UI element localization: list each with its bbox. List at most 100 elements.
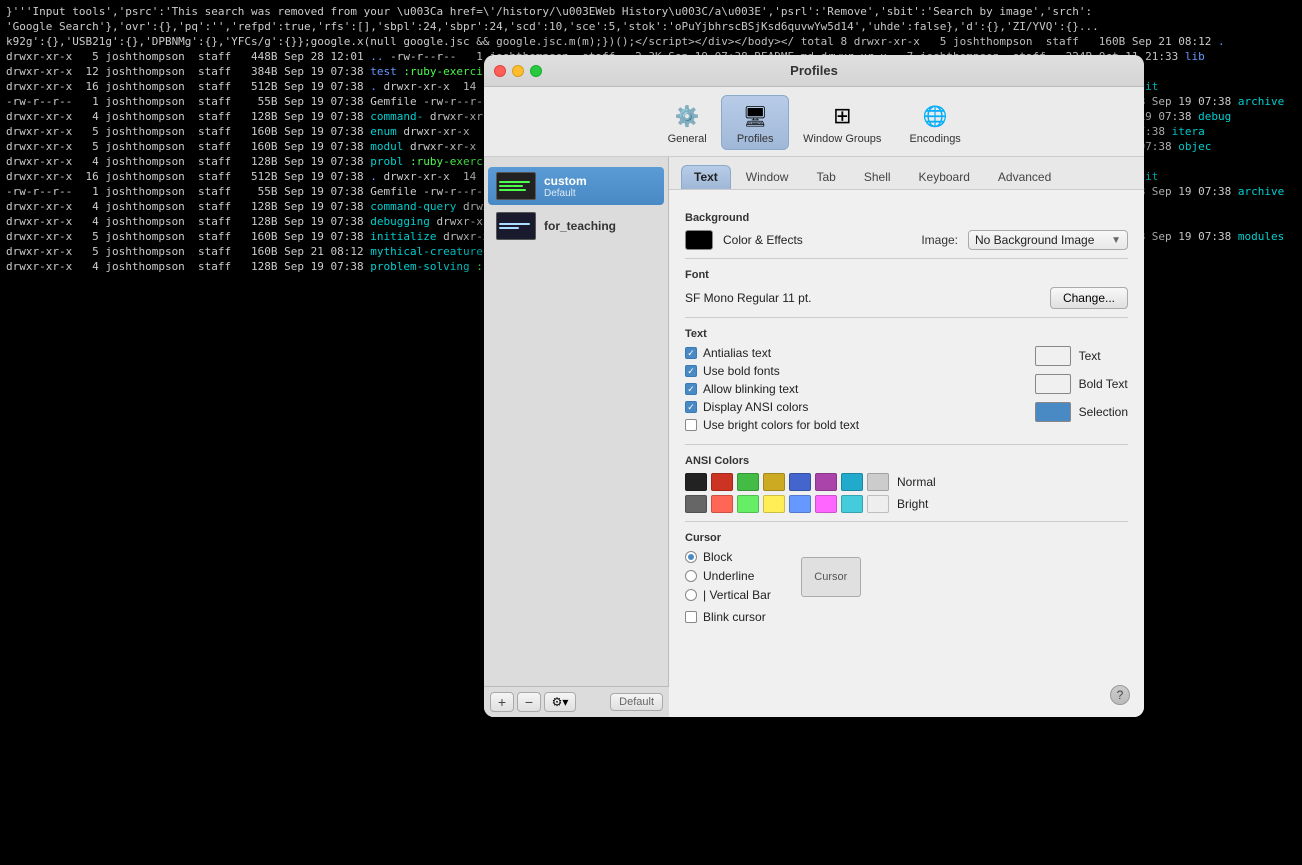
cursor-underline-row: Underline	[685, 569, 771, 583]
general-icon: ⚙️	[671, 100, 703, 132]
bold-checkbox[interactable]: ✓	[685, 365, 697, 377]
text-options-row: ✓ Antialias text ✓ Use bold fonts ✓ Allo…	[685, 346, 1128, 436]
change-font-button[interactable]: Change...	[1050, 287, 1128, 309]
ansi-normal-label: Normal	[897, 475, 936, 489]
ansi-normal-1[interactable]	[711, 473, 733, 491]
font-section-title: Font	[685, 269, 1128, 281]
profile-name-teaching: for_teaching	[544, 219, 616, 233]
close-button[interactable]	[494, 65, 506, 77]
checkbox-antialias-row: ✓ Antialias text	[685, 346, 1015, 360]
ansi-normal-3[interactable]	[763, 473, 785, 491]
help-button[interactable]: ?	[1110, 685, 1130, 705]
remove-profile-button[interactable]: −	[517, 692, 541, 712]
tab-tab[interactable]: Tab	[803, 165, 848, 189]
ansi-checkbox[interactable]: ✓	[685, 401, 697, 413]
background-color-swatch[interactable]	[685, 230, 713, 250]
profile-info-teaching: for_teaching	[544, 219, 616, 233]
ansi-normal-4[interactable]	[789, 473, 811, 491]
title-bar: Profiles	[484, 55, 1144, 87]
background-section-title: Background	[685, 212, 1128, 224]
profiles-icon: 🖥	[739, 100, 771, 132]
ansi-bright-4[interactable]	[789, 495, 811, 513]
blink-cursor-row: Blink cursor	[685, 610, 1128, 624]
tab-text[interactable]: Text	[681, 165, 731, 189]
text-checkboxes: ✓ Antialias text ✓ Use bold fonts ✓ Allo…	[685, 346, 1015, 436]
main-content: custom Default for_teaching + −	[484, 157, 1144, 717]
cursor-vertical-radio[interactable]	[685, 589, 697, 601]
tab-advanced[interactable]: Advanced	[985, 165, 1064, 189]
ansi-normal-row: Normal	[685, 473, 1128, 491]
panel-content: Background Color & Effects Image: No Bac…	[669, 190, 1144, 640]
top-navigation: ⚙️ General 🖥 Profiles ⊞ Window Groups 🌐 …	[484, 87, 1144, 157]
antialias-checkbox[interactable]: ✓	[685, 347, 697, 359]
background-color-label: Color & Effects	[723, 233, 803, 247]
cursor-block-radio[interactable]	[685, 551, 697, 563]
ansi-normal-7[interactable]	[867, 473, 889, 491]
ansi-bright-2[interactable]	[737, 495, 759, 513]
nav-item-general[interactable]: ⚙️ General	[653, 96, 721, 149]
bright-checkbox[interactable]	[685, 419, 697, 431]
ansi-bright-5[interactable]	[815, 495, 837, 513]
text-colors: Text Bold Text Selection	[1035, 346, 1128, 436]
ansi-colors-section-title: ANSI Colors	[685, 455, 1128, 467]
blink-checkbox[interactable]: ✓	[685, 383, 697, 395]
checkbox-ansi-row: ✓ Display ANSI colors	[685, 400, 1015, 414]
text-color-swatch[interactable]	[1035, 346, 1071, 366]
encodings-icon: 🌐	[919, 100, 951, 132]
background-image-label: Image:	[921, 233, 958, 247]
nav-item-window-groups[interactable]: ⊞ Window Groups	[789, 96, 895, 149]
cursor-options: Block Underline | Vertical Bar	[685, 550, 1128, 602]
ansi-label: Display ANSI colors	[703, 400, 808, 414]
bold-text-color-swatch[interactable]	[1035, 374, 1071, 394]
bold-text-color-row: Bold Text	[1035, 374, 1128, 394]
profile-item-teaching[interactable]: for_teaching	[488, 207, 664, 245]
profiles-sidebar: custom Default for_teaching + −	[484, 157, 669, 717]
font-row: SF Mono Regular 11 pt. Change...	[685, 287, 1128, 309]
selection-color-label: Selection	[1079, 405, 1128, 419]
selection-color-swatch[interactable]	[1035, 402, 1071, 422]
bold-text-color-label: Bold Text	[1079, 377, 1128, 391]
font-name-display: SF Mono Regular 11 pt.	[685, 291, 812, 305]
ansi-bright-6[interactable]	[841, 495, 863, 513]
blink-cursor-label: Blink cursor	[703, 610, 766, 624]
minimize-button[interactable]	[512, 65, 524, 77]
nav-label-window-groups: Window Groups	[803, 133, 881, 145]
nav-item-encodings[interactable]: 🌐 Encodings	[895, 96, 974, 149]
background-row: Color & Effects Image: No Background Ima…	[685, 230, 1128, 250]
nav-label-general: General	[668, 133, 707, 145]
ansi-bright-7[interactable]	[867, 495, 889, 513]
ansi-bright-0[interactable]	[685, 495, 707, 513]
background-image-dropdown[interactable]: No Background Image ▼	[968, 230, 1128, 250]
profile-gear-button[interactable]: ⚙▾	[544, 692, 576, 712]
tab-shell[interactable]: Shell	[851, 165, 904, 189]
profiles-modal: Profiles ⚙️ General 🖥 Profiles ⊞ Window …	[484, 55, 1144, 717]
nav-label-encodings: Encodings	[909, 133, 960, 145]
ansi-normal-0[interactable]	[685, 473, 707, 491]
profile-info-custom: custom Default	[544, 174, 587, 199]
add-profile-button[interactable]: +	[490, 692, 514, 712]
antialias-label: Antialias text	[703, 346, 771, 360]
blink-label: Allow blinking text	[703, 382, 798, 396]
selection-color-row: Selection	[1035, 402, 1128, 422]
bright-label: Use bright colors for bold text	[703, 418, 859, 432]
profile-thumbnail-teaching	[496, 212, 536, 240]
tab-window[interactable]: Window	[733, 165, 802, 189]
cursor-underline-label: Underline	[703, 569, 754, 583]
cursor-radio-group: Block Underline | Vertical Bar	[685, 550, 771, 602]
profile-item-custom[interactable]: custom Default	[488, 167, 664, 205]
checkbox-blink-row: ✓ Allow blinking text	[685, 382, 1015, 396]
nav-item-profiles[interactable]: 🖥 Profiles	[721, 95, 789, 150]
ansi-bright-1[interactable]	[711, 495, 733, 513]
cursor-preview-label: Cursor	[814, 571, 847, 583]
ansi-bright-3[interactable]	[763, 495, 785, 513]
window-controls	[494, 65, 542, 77]
ansi-normal-6[interactable]	[841, 473, 863, 491]
ansi-normal-2[interactable]	[737, 473, 759, 491]
cursor-underline-radio[interactable]	[685, 570, 697, 582]
set-default-button[interactable]: Default	[610, 693, 663, 711]
ansi-bright-row: Bright	[685, 495, 1128, 513]
maximize-button[interactable]	[530, 65, 542, 77]
ansi-normal-5[interactable]	[815, 473, 837, 491]
tab-keyboard[interactable]: Keyboard	[906, 165, 983, 189]
blink-cursor-checkbox[interactable]	[685, 611, 697, 623]
